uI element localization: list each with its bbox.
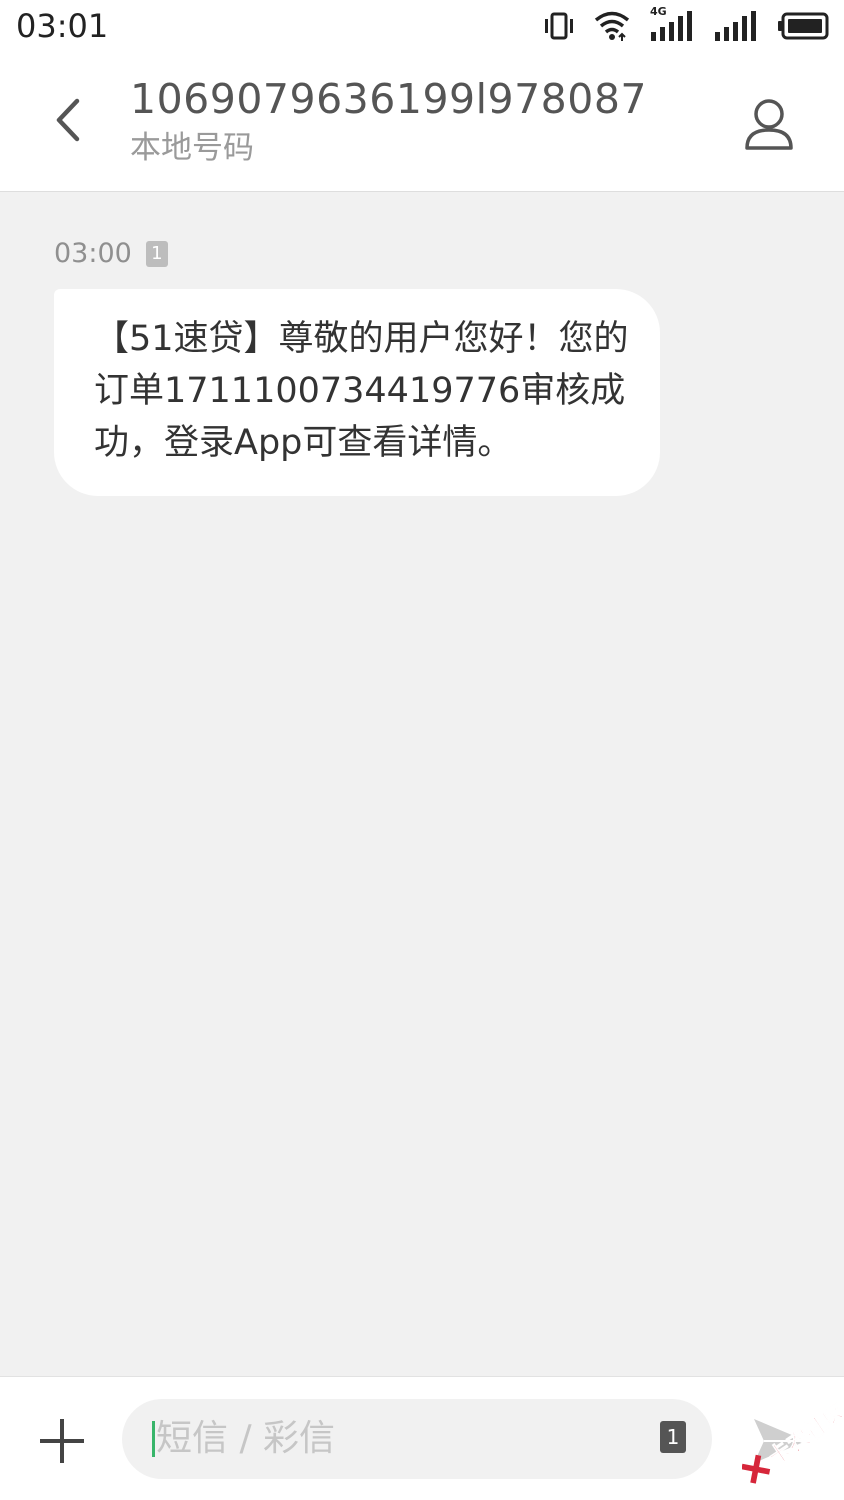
message-bubble[interactable]: 【51速贷】尊敬的用户您好！您的订单1711100734419776审核成功，登… — [54, 289, 660, 496]
back-arrow-icon — [56, 98, 80, 142]
vibrate-icon — [544, 11, 574, 41]
watermark-logo: 卡农社区 — [741, 1400, 844, 1484]
text-cursor — [152, 1421, 155, 1457]
cellular-4g-icon: 4G — [650, 6, 694, 42]
person-icon — [745, 99, 793, 150]
attach-button[interactable] — [34, 1413, 90, 1469]
status-time: 03:01 — [16, 7, 109, 45]
message-placeholder: 短信 / 彩信 — [156, 1418, 336, 1459]
message-text: 【51速贷】尊敬的用户您好！您的订单1711100734419776审核成功，登… — [94, 319, 629, 463]
plus-icon — [40, 1419, 84, 1463]
sim-badge: 1 — [145, 241, 168, 267]
sim-selector[interactable]: 1 — [660, 1421, 686, 1453]
message-input[interactable]: 短信 / 彩信 1 — [122, 1399, 712, 1479]
battery-icon — [778, 11, 830, 41]
back-button[interactable] — [40, 88, 96, 152]
contact-number: 1069079636199l978087 — [130, 75, 648, 123]
conversation-header: 1069079636199l978087 本地号码 — [0, 56, 844, 192]
status-icons: 4G — [544, 6, 830, 44]
sms-conversation-screen: 03:01 4G 1069079636199l978087 本地号码 03:00… — [0, 0, 844, 1500]
composer-bar: 短信 / 彩信 1 — [0, 1376, 844, 1500]
message-time: 03:00 — [54, 238, 132, 269]
cellular-signal-icon — [714, 10, 758, 42]
contact-subtitle: 本地号码 — [130, 130, 254, 166]
status-bar: 03:01 4G — [0, 0, 844, 56]
message-meta: 03:00 1 — [54, 236, 168, 272]
wifi-icon — [594, 10, 630, 42]
svg-text:卡农社区: 卡农社区 — [764, 1402, 842, 1471]
contact-details-button[interactable] — [734, 90, 804, 160]
